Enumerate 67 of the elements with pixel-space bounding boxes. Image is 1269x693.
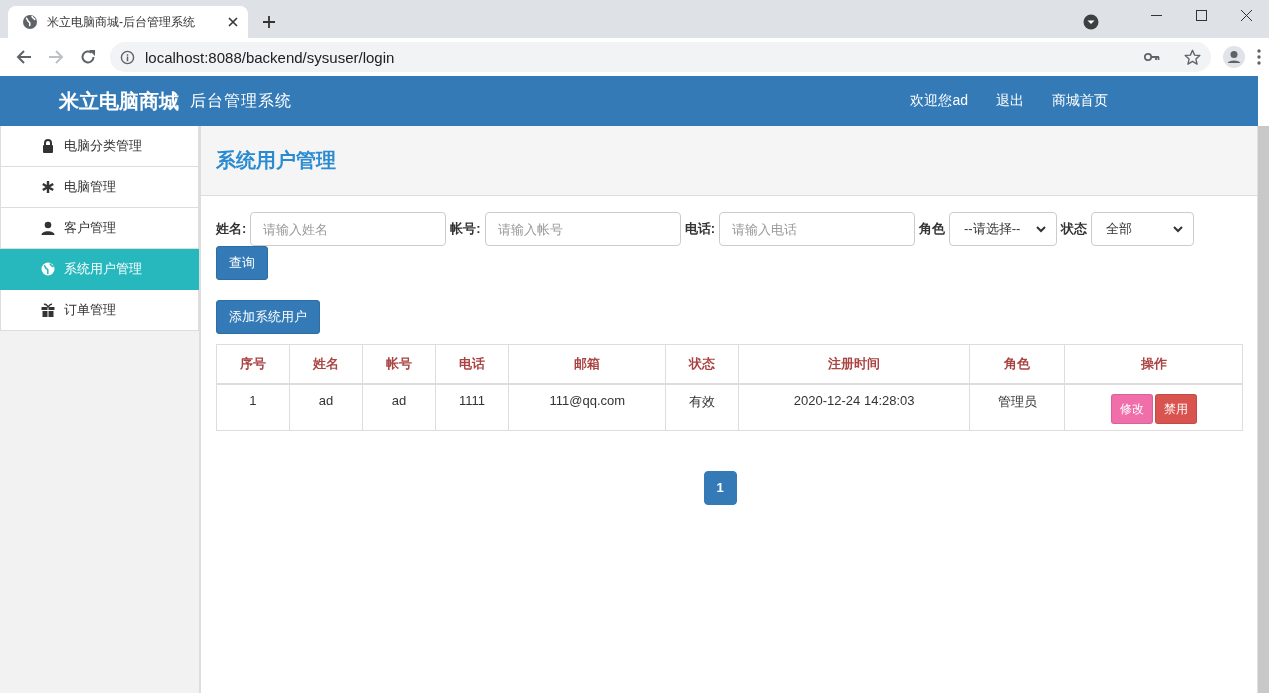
new-tab-icon[interactable] xyxy=(262,15,276,29)
filter-label: 姓名: xyxy=(216,220,247,238)
column-header: 姓名 xyxy=(289,344,363,384)
reload-icon[interactable] xyxy=(80,49,96,65)
star-icon[interactable] xyxy=(1184,48,1201,66)
filter-label: 角色 xyxy=(919,220,946,238)
sidebar-item[interactable]: 电脑分类管理 xyxy=(0,126,199,167)
sidebar-item[interactable]: 系统用户管理 xyxy=(0,249,199,290)
column-header: 电话 xyxy=(435,344,509,384)
avatar-icon[interactable] xyxy=(1223,46,1245,68)
chevron-down-icon xyxy=(1173,225,1184,233)
search-button[interactable]: 查询 xyxy=(216,246,268,280)
table-cell: 2020-12-24 14:28:03 xyxy=(738,384,970,430)
browser-tab[interactable]: 米立电脑商城-后台管理系统 xyxy=(8,6,248,38)
back-arrow-icon[interactable] xyxy=(16,49,32,65)
column-header: 帐号 xyxy=(362,344,436,384)
nav-link[interactable]: 退出 xyxy=(996,92,1024,110)
nav-link[interactable]: 欢迎您ad xyxy=(910,92,968,110)
add-user-button[interactable]: 添加系统用户 xyxy=(216,300,320,334)
filter-label: 状态 xyxy=(1061,220,1088,238)
table-cell: 1111 xyxy=(435,384,509,430)
maximize-icon[interactable] xyxy=(1196,9,1207,21)
column-header: 操作 xyxy=(1064,344,1243,384)
sidebar-item[interactable]: 订单管理 xyxy=(0,290,199,331)
select-dropdown[interactable]: --请选择-- xyxy=(949,212,1058,246)
filter-label: 帐号: xyxy=(450,220,481,238)
page-title: 系统用户管理 xyxy=(216,148,336,173)
table-cell: ad xyxy=(362,384,436,430)
nav-link[interactable]: 商城首页 xyxy=(1052,92,1108,110)
tab-search-icon[interactable] xyxy=(1083,14,1099,30)
brand-subtitle: 后台管理系统 xyxy=(190,90,293,111)
chevron-down-icon xyxy=(1036,225,1047,233)
sidebar-item[interactable]: 电脑管理 xyxy=(0,167,199,208)
input-field[interactable]: 请输入帐号 xyxy=(484,212,681,246)
info-icon[interactable] xyxy=(120,49,135,65)
column-header: 注册时间 xyxy=(738,344,970,384)
close-icon[interactable] xyxy=(1241,9,1252,21)
key-icon[interactable] xyxy=(1144,52,1160,62)
tab-title: 米立电脑商城-后台管理系统 xyxy=(47,13,196,31)
action-button[interactable]: 修改 xyxy=(1110,394,1153,424)
table-cell: 111@qq.com xyxy=(508,384,666,430)
table-cell: 1 xyxy=(216,384,290,430)
input-field[interactable]: 请输入电话 xyxy=(719,212,916,246)
table-cell: ad xyxy=(289,384,363,430)
column-header: 邮箱 xyxy=(508,344,666,384)
globe-icon xyxy=(22,14,38,30)
globe-icon xyxy=(41,262,55,276)
gift-icon xyxy=(41,303,55,317)
page-button[interactable]: 1 xyxy=(703,470,737,505)
table-cell: 管理员 xyxy=(969,384,1065,430)
close-icon[interactable] xyxy=(228,17,238,27)
asterisk-icon xyxy=(41,180,55,194)
lock-icon xyxy=(41,139,55,153)
sidebar-item[interactable]: 客户管理 xyxy=(0,208,199,249)
table-cell: 有效 xyxy=(665,384,739,430)
filter-label: 电话: xyxy=(684,220,716,238)
action-button[interactable]: 禁用 xyxy=(1154,394,1197,424)
address-bar[interactable]: localhost:8088/backend/sysuser/login xyxy=(110,42,1211,72)
user-icon xyxy=(41,221,55,235)
column-header: 序号 xyxy=(216,344,290,384)
column-header: 状态 xyxy=(665,344,739,384)
select-dropdown[interactable]: 全部 xyxy=(1091,212,1195,246)
input-field[interactable]: 请输入姓名 xyxy=(250,212,447,246)
scrollbar[interactable] xyxy=(1257,126,1269,693)
menu-icon[interactable] xyxy=(1257,49,1261,65)
brand-title: 米立电脑商城 xyxy=(59,88,179,114)
column-header: 角色 xyxy=(969,344,1065,384)
